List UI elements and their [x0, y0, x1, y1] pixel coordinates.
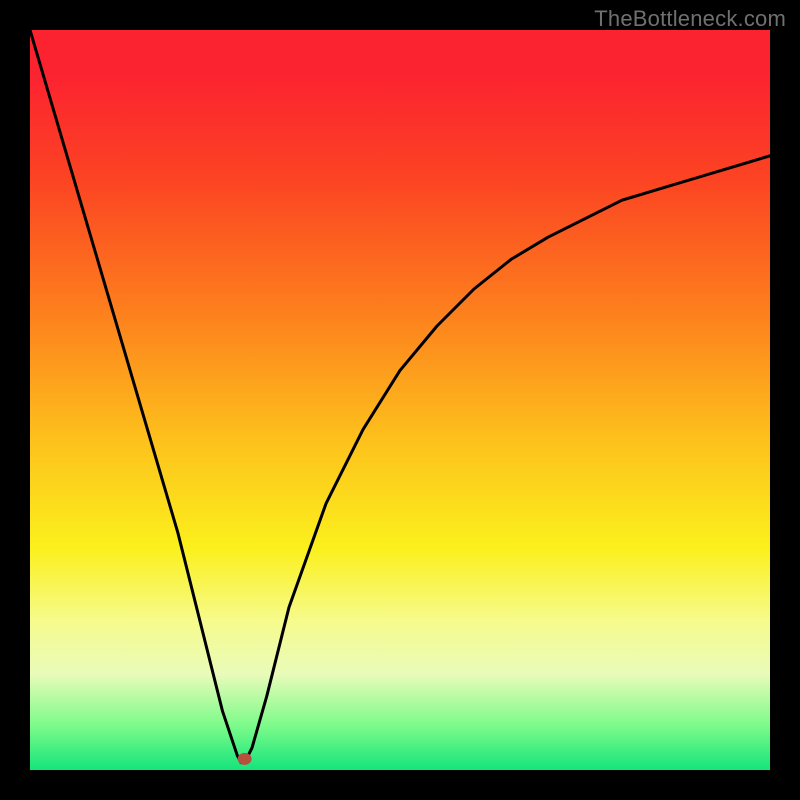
bottleneck-curve — [30, 30, 770, 763]
attribution-text: TheBottleneck.com — [594, 6, 786, 32]
plot-area — [30, 30, 770, 770]
chart-frame: TheBottleneck.com — [0, 0, 800, 800]
curve-layer — [30, 30, 770, 770]
minimum-marker — [238, 753, 252, 765]
